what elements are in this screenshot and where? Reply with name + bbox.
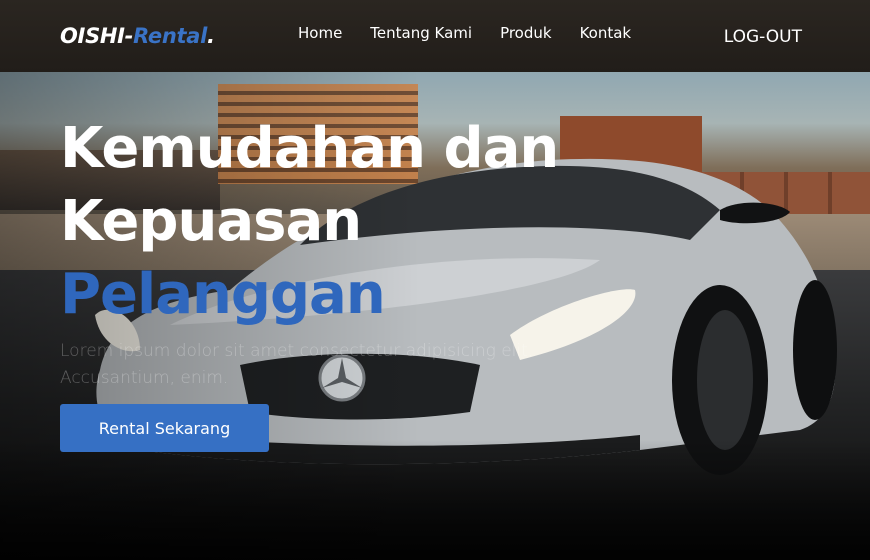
brand-accent: Rental bbox=[133, 24, 208, 48]
hero-overlay bbox=[0, 440, 870, 560]
brand-dot: . bbox=[207, 24, 215, 48]
nav-link-home[interactable]: Home bbox=[298, 24, 342, 42]
nav-link-kontak[interactable]: Kontak bbox=[580, 24, 632, 42]
hero-title-line: Kepuasan bbox=[60, 189, 362, 254]
logout-link[interactable]: LOG-OUT bbox=[724, 27, 802, 47]
hero-title-line: Kemudahan dan bbox=[60, 116, 559, 181]
nav-links: Home Tentang Kami Produk Kontak bbox=[298, 24, 631, 42]
nav-link-tentang-kami[interactable]: Tentang Kami bbox=[370, 24, 472, 42]
navbar: OISHI-Rental. Home Tentang Kami Produk K… bbox=[0, 0, 870, 72]
hero-description: Lorem ipsum dolor sit amet consectetur a… bbox=[60, 341, 534, 388]
hero-title: Kemudahan dan Kepuasan Pelanggan bbox=[60, 112, 660, 331]
nav-link-produk[interactable]: Produk bbox=[500, 24, 552, 42]
hero-title-accent: Pelanggan bbox=[60, 262, 386, 327]
rental-sekarang-button[interactable]: Rental Sekarang bbox=[60, 404, 269, 452]
brand-logo[interactable]: OISHI-Rental. bbox=[60, 24, 215, 48]
brand-main: OISHI- bbox=[60, 24, 134, 48]
